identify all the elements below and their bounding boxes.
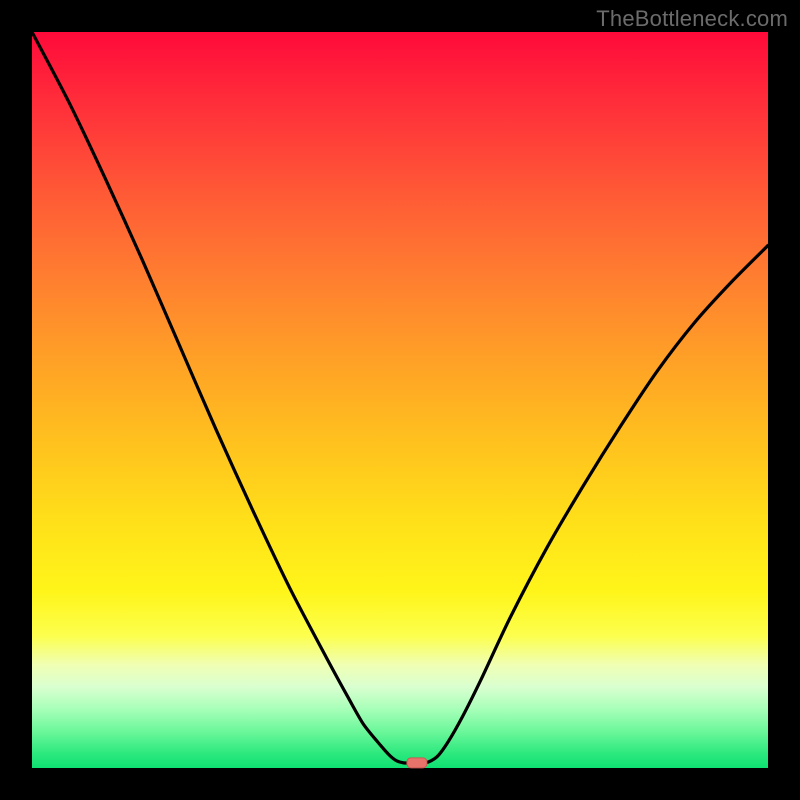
optimum-marker <box>407 758 427 768</box>
plot-area <box>32 32 768 768</box>
chart-frame: TheBottleneck.com <box>0 0 800 800</box>
bottleneck-curve <box>32 32 768 763</box>
watermark: TheBottleneck.com <box>596 6 788 32</box>
curve-svg <box>32 32 768 768</box>
watermark-label: TheBottleneck.com <box>596 6 788 31</box>
